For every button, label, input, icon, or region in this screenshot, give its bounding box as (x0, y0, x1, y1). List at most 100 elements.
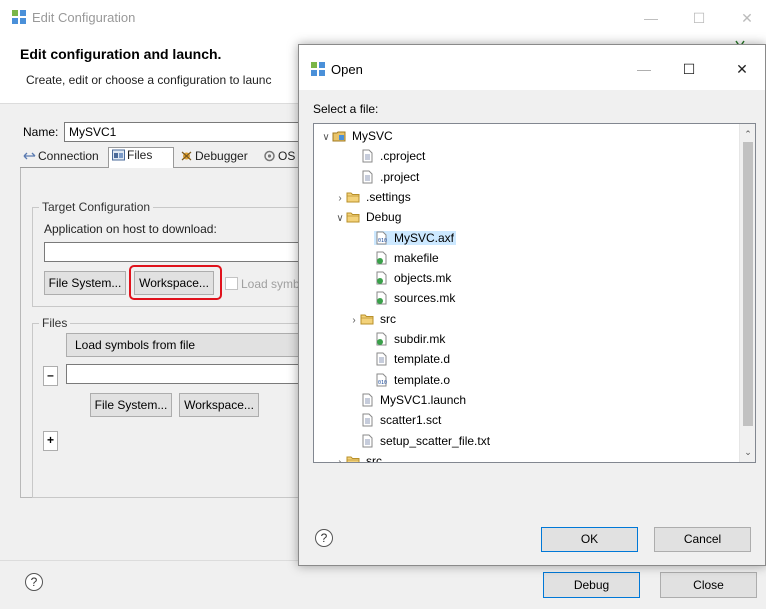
close-dialog-button[interactable]: ✕ (727, 59, 757, 79)
scroll-down-icon[interactable]: ⌄ (740, 444, 755, 460)
make-file-icon (374, 291, 388, 305)
tree-item-label: .project (380, 169, 420, 184)
file-tree: ∨ MySVC .cproject .project › .settings ∨ Debug 0… (313, 123, 756, 463)
chevron-right-icon[interactable]: › (334, 453, 346, 462)
select-file-label: Select a file: (313, 102, 379, 116)
config-tabs: Connection Files Debugger OS (20, 146, 310, 168)
tree-item[interactable]: .project (348, 167, 421, 187)
tree-item[interactable]: template.d (362, 349, 452, 369)
app-icon (12, 10, 26, 24)
tree-item-content: .settings (346, 190, 413, 204)
tab-debugger[interactable]: Debugger (177, 149, 258, 168)
add-entry-button[interactable]: + (43, 431, 58, 451)
tree-item-content: MySVC1.launch (360, 393, 468, 407)
tree-item-content: .project (360, 170, 421, 184)
file-icon (360, 393, 374, 407)
minimize-button[interactable]: — (629, 59, 659, 79)
open-dialog-titlebar: Open — ☐ ✕ (299, 45, 765, 90)
tree-item-content: src (346, 453, 384, 463)
ok-button[interactable]: OK (541, 527, 638, 552)
tab-files[interactable]: Files (108, 147, 174, 168)
cancel-button[interactable]: Cancel (654, 527, 751, 552)
tree-scrollbar[interactable]: ⌃ ⌄ (739, 124, 755, 462)
workspace-button-2[interactable]: Workspace... (179, 393, 259, 417)
tree-item[interactable]: subdir.mk (362, 329, 447, 349)
workspace-highlight (129, 265, 222, 300)
file-system-button-2[interactable]: File System... (90, 393, 172, 417)
tree-item-content: 010 template.o (374, 373, 452, 387)
tree-item[interactable]: setup_scatter_file.txt (348, 431, 492, 451)
file-system-button[interactable]: File System... (44, 271, 126, 295)
window-title: Edit Configuration (32, 10, 136, 25)
file-icon (360, 170, 374, 184)
tree-item-content: objects.mk (374, 271, 453, 285)
chevron-down-icon[interactable]: ∨ (334, 209, 346, 229)
tree-item-label: template.d (394, 352, 451, 367)
header-description: Create, edit or choose a configuration t… (26, 73, 272, 87)
tree-item[interactable]: sources.mk (362, 288, 457, 308)
window-titlebar: Edit Configuration — ☐ ✕ (0, 0, 766, 36)
tree-item[interactable]: MySVC1.launch (348, 390, 468, 410)
target-configuration-label: Target Configuration (39, 200, 154, 214)
open-file-dialog: Open — ☐ ✕ Select a file: ∨ MySVC .cprojec… (298, 44, 766, 566)
application-path-input[interactable] (44, 242, 311, 262)
open-dialog-title: Open (331, 62, 363, 77)
chevron-right-icon[interactable]: › (334, 189, 346, 209)
folder-icon (346, 210, 360, 224)
file-icon (360, 413, 374, 427)
tab-connection[interactable]: Connection (20, 149, 108, 168)
chevron-down-icon[interactable]: ∨ (320, 128, 332, 148)
tree-item-content: .cproject (360, 149, 427, 163)
tree-item-content: scatter1.sct (360, 413, 443, 427)
tree-item[interactable]: › .settings (334, 187, 413, 207)
make-file-icon (374, 251, 388, 265)
tree-item[interactable]: 010 MySVC.axf (362, 228, 457, 248)
tree-item-content: Debug (346, 210, 403, 224)
load-symbols-dropdown[interactable]: Load symbols from file (66, 333, 311, 357)
tree-item[interactable]: › src (348, 309, 398, 329)
remove-entry-button[interactable]: – (43, 366, 58, 386)
tree-item-label: MySVC1.launch (380, 392, 467, 407)
tree-item-content: setup_scatter_file.txt (360, 434, 492, 448)
chevron-right-icon[interactable]: › (348, 311, 360, 331)
folder-icon (346, 190, 360, 204)
svg-text:010: 010 (378, 380, 387, 386)
tree-item[interactable]: ∨ Debug (334, 207, 403, 227)
tree-item-label: sources.mk (394, 291, 456, 306)
close-button[interactable]: Close (660, 572, 757, 598)
tree-item[interactable]: .cproject (348, 146, 427, 166)
tree-item[interactable]: makefile (362, 248, 441, 268)
tree-item-label: src (366, 453, 382, 463)
help-icon[interactable]: ? (25, 573, 43, 591)
project-icon (332, 129, 346, 143)
maximize-button[interactable]: ☐ (684, 8, 714, 28)
files-icon (112, 149, 125, 161)
tree-item-label: MySVC (352, 129, 393, 143)
tree-item-label: makefile (394, 250, 439, 265)
help-icon[interactable]: ? (315, 529, 333, 547)
tree-item-label: .cproject (380, 149, 426, 164)
scrollbar-thumb[interactable] (743, 142, 753, 426)
tree-item-label: Debug (366, 210, 402, 225)
name-field[interactable]: MySVC1 (64, 122, 324, 142)
name-label: Name: (23, 125, 59, 139)
tree-item-content: makefile (374, 251, 441, 265)
file-icon (360, 434, 374, 448)
maximize-button[interactable]: ☐ (674, 59, 704, 79)
debugger-icon (181, 151, 192, 161)
tree-item-content: MySVC (332, 129, 395, 143)
make-file-icon (374, 271, 388, 285)
load-symbols-checkbox[interactable] (225, 277, 238, 290)
debug-button[interactable]: Debug (543, 572, 640, 598)
tree-item[interactable]: objects.mk (362, 268, 453, 288)
tree-item[interactable]: › src (334, 451, 384, 463)
close-window-button[interactable]: ✕ (732, 8, 762, 28)
tree-item-content: subdir.mk (374, 332, 447, 346)
symbols-file-input[interactable] (66, 364, 311, 384)
tree-item[interactable]: ∨ MySVC (320, 126, 395, 146)
tree-item[interactable]: scatter1.sct (348, 410, 443, 430)
tree-item[interactable]: 010 template.o (362, 370, 452, 390)
minimize-button[interactable]: — (636, 8, 666, 28)
tree-item-content: src (360, 312, 398, 326)
scroll-up-icon[interactable]: ⌃ (740, 126, 755, 142)
